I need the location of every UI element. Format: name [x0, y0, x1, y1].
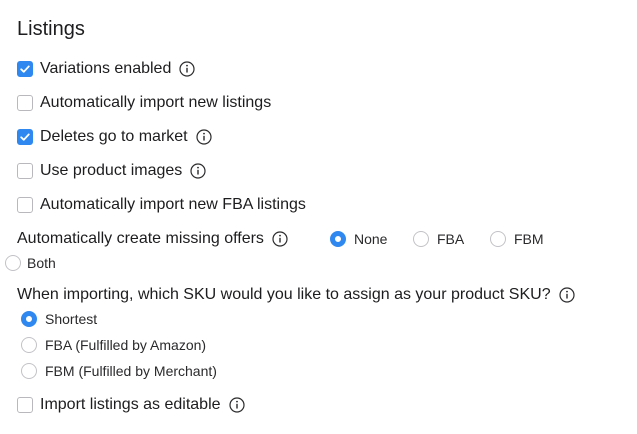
import-editable-label: Import listings as editable: [40, 396, 221, 413]
missing-offers-option-fbm[interactable]: FBM: [490, 229, 544, 249]
variations-enabled-label: Variations enabled: [40, 60, 172, 77]
radio-label: FBA: [437, 231, 465, 247]
info-circle-icon[interactable]: [272, 231, 288, 247]
variations-enabled-checkbox[interactable]: [17, 61, 33, 77]
sku-option-shortest[interactable]: Shortest: [21, 309, 97, 329]
auto-import-listings-option[interactable]: Automatically import new listings: [16, 92, 271, 114]
info-circle-icon[interactable]: [558, 287, 575, 303]
checkmark-icon: [20, 133, 30, 141]
radio-button[interactable]: [21, 337, 37, 353]
missing-offers-option-both[interactable]: Both: [5, 253, 56, 273]
radio-button[interactable]: [330, 231, 346, 247]
info-circle-icon[interactable]: [196, 129, 212, 145]
import-editable-checkbox[interactable]: [17, 397, 33, 413]
radio-label: Shortest: [45, 311, 98, 327]
missing-offers-row: Automatically create missing offers: [17, 228, 288, 250]
checkmark-icon: [20, 65, 30, 73]
radio-button[interactable]: [5, 255, 21, 271]
import-editable-option[interactable]: Import listings as editable: [16, 394, 245, 416]
variations-enabled-option[interactable]: Variations enabled: [16, 58, 195, 80]
deletes-to-market-label: Deletes go to market: [40, 128, 188, 145]
section-title: Listings: [17, 18, 85, 40]
use-product-images-option[interactable]: Use product images: [16, 160, 206, 182]
auto-import-listings-checkbox[interactable]: [17, 95, 33, 111]
use-product-images-checkbox[interactable]: [17, 163, 33, 179]
deletes-to-market-checkbox[interactable]: [17, 129, 33, 145]
auto-import-fba-label: Automatically import new FBA listings: [40, 196, 306, 213]
info-circle-icon[interactable]: [190, 163, 206, 179]
auto-import-fba-checkbox[interactable]: [17, 197, 33, 213]
sku-question-label: When importing, which SKU would you like…: [17, 286, 551, 303]
radio-button[interactable]: [490, 231, 506, 247]
radio-label: FBM (Fulfilled by Merchant): [45, 363, 217, 379]
sku-option-fba[interactable]: FBA (Fulfilled by Amazon): [21, 335, 206, 355]
radio-label: None: [354, 231, 388, 247]
radio-label: FBA (Fulfilled by Amazon): [45, 337, 207, 353]
missing-offers-option-none[interactable]: None: [330, 229, 387, 249]
info-circle-icon[interactable]: [228, 397, 245, 413]
info-circle-icon[interactable]: [179, 61, 195, 77]
radio-label: FBM: [514, 231, 544, 247]
deletes-to-market-option[interactable]: Deletes go to market: [16, 126, 212, 148]
missing-offers-label: Automatically create missing offers: [17, 230, 264, 247]
listings-settings-panel: Listings Variations enabled Automaticall…: [0, 0, 637, 434]
radio-button[interactable]: [413, 231, 429, 247]
radio-label: Both: [27, 255, 56, 271]
auto-import-fba-option[interactable]: Automatically import new FBA listings: [16, 194, 306, 216]
radio-button[interactable]: [21, 363, 37, 379]
use-product-images-label: Use product images: [40, 162, 183, 179]
missing-offers-option-fba[interactable]: FBA: [413, 229, 464, 249]
sku-assignment-question: When importing, which SKU would you like…: [17, 284, 575, 306]
radio-button[interactable]: [21, 311, 37, 327]
auto-import-listings-label: Automatically import new listings: [40, 94, 272, 111]
sku-option-fbm[interactable]: FBM (Fulfilled by Merchant): [21, 361, 217, 381]
